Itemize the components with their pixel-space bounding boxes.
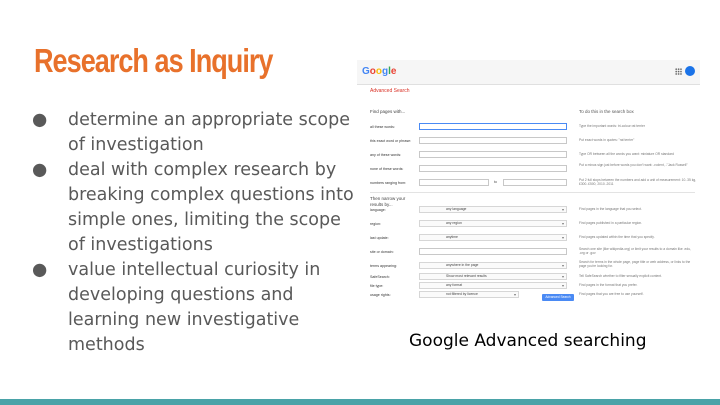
exact-phrase-input[interactable]	[419, 137, 567, 144]
row-tip: Search for terms in the whole page, page…	[579, 260, 691, 269]
row-label: all these words:	[370, 125, 395, 129]
chevron-down-icon: ▾	[561, 221, 564, 226]
file-type-select[interactable]: any format ▾	[419, 282, 567, 289]
row-label: SafeSearch:	[370, 275, 390, 279]
chevron-down-icon: ▾	[561, 263, 564, 268]
select-value: not filtered by licence	[446, 292, 478, 296]
row-label: site or domain:	[370, 250, 394, 254]
logo-letter: G	[362, 66, 370, 77]
row-tip: Search one site (like wikipedia.org) or …	[579, 247, 691, 256]
row-label: numbers ranging from:	[370, 181, 407, 185]
row-label: terms appearing:	[370, 264, 397, 268]
range-from-input[interactable]	[419, 179, 489, 186]
range-to-input[interactable]	[503, 179, 567, 186]
logo-letter: e	[390, 66, 397, 77]
row-tip: Tell SafeSearch whether to filter sexual…	[579, 274, 663, 278]
screenshot-caption: Google Advanced searching	[409, 331, 647, 351]
row-label: usage rights:	[370, 293, 391, 297]
avatar[interactable]	[685, 66, 695, 76]
row-tip: Find pages published in a particular reg…	[579, 221, 643, 225]
select-value: any language	[446, 207, 467, 211]
google-top-bar: Google	[357, 60, 700, 85]
all-words-input[interactable]	[419, 123, 567, 130]
select-value: any region	[446, 221, 462, 225]
row-label: none of these words:	[370, 167, 404, 171]
advanced-search-screenshot: Google Advanced Search Find pages with..…	[357, 60, 700, 303]
row-label: language:	[370, 208, 386, 212]
bullet-text: value intellectual curiosity in developi…	[68, 260, 321, 355]
select-value: anywhere in the page	[446, 263, 479, 267]
to-do-label: To do this in the search box	[579, 109, 634, 114]
apps-grid-icon[interactable]	[675, 68, 682, 75]
row-tip: Find pages updated within the time that …	[579, 235, 655, 239]
bullet-item: ● determine an appropriate scope of inves…	[32, 108, 362, 158]
row-tip: Find pages in the language that you sele…	[579, 207, 642, 211]
last-update-select[interactable]: anytime ▾	[419, 234, 567, 241]
chevron-down-icon: ▾	[561, 207, 564, 212]
find-pages-label: Find pages with...	[370, 109, 406, 114]
row-tip: Type the important words: tri-colour rat…	[579, 124, 645, 128]
row-label: last update:	[370, 236, 389, 240]
row-label: any of these words:	[370, 153, 402, 157]
region-select[interactable]: any region ▾	[419, 220, 567, 227]
none-words-input[interactable]	[419, 165, 567, 172]
google-logo[interactable]: Google	[362, 66, 396, 77]
bullet-list: ● determine an appropriate scope of inves…	[32, 108, 362, 358]
usage-rights-select[interactable]: not filtered by licence ▾	[419, 291, 519, 298]
site-domain-input[interactable]	[419, 248, 567, 255]
terms-appearing-select[interactable]: anywhere in the page ▾	[419, 262, 567, 269]
select-value: any format	[446, 283, 463, 287]
safesearch-select[interactable]: Show most relevant results ▾	[419, 273, 567, 280]
bullet-text: deal with complex research by breaking c…	[68, 160, 354, 255]
bullet-item: ● value intellectual curiosity in develop…	[32, 258, 362, 358]
bullet-dot: ●	[32, 260, 48, 280]
bullet-item: ● deal with complex research by breaking …	[32, 158, 362, 258]
chevron-down-icon: ▾	[561, 274, 564, 279]
chevron-down-icon: ▾	[561, 283, 564, 288]
language-select[interactable]: any language ▾	[419, 206, 567, 213]
range-to-label: to	[494, 180, 497, 184]
row-label: file type:	[370, 284, 384, 288]
row-tip: Find pages in the format that you prefer…	[579, 283, 638, 287]
row-tip: Find pages that you are free to use your…	[579, 292, 644, 296]
bullet-dot: ●	[32, 110, 48, 130]
any-words-input[interactable]	[419, 151, 567, 158]
chevron-down-icon: ▾	[561, 235, 564, 240]
section-divider	[370, 192, 695, 193]
row-label: region:	[370, 222, 381, 226]
row-tip: Put 2 full stops between the numbers and…	[579, 178, 697, 187]
page-heading: Advanced Search	[370, 88, 410, 94]
chevron-down-icon: ▾	[513, 292, 516, 297]
row-tip: Type OR between all the words you want: …	[579, 152, 674, 156]
row-label: this exact word or phrase:	[370, 139, 412, 143]
bullet-text: determine an appropriate scope of invest…	[68, 110, 350, 155]
select-value: Show most relevant results	[446, 274, 487, 278]
bottom-accent-bar	[0, 399, 720, 405]
slide-title: Research as Inquiry	[34, 42, 273, 79]
row-tip: Put a minus sign just before words you d…	[579, 163, 688, 167]
narrow-label: Then narrow your results by...	[370, 196, 406, 207]
bullet-dot: ●	[32, 160, 48, 180]
advanced-search-button[interactable]: Advanced Search	[542, 294, 574, 301]
select-value: anytime	[446, 235, 458, 239]
row-tip: Put exact words in quotes: "rat terrier"	[579, 138, 635, 142]
